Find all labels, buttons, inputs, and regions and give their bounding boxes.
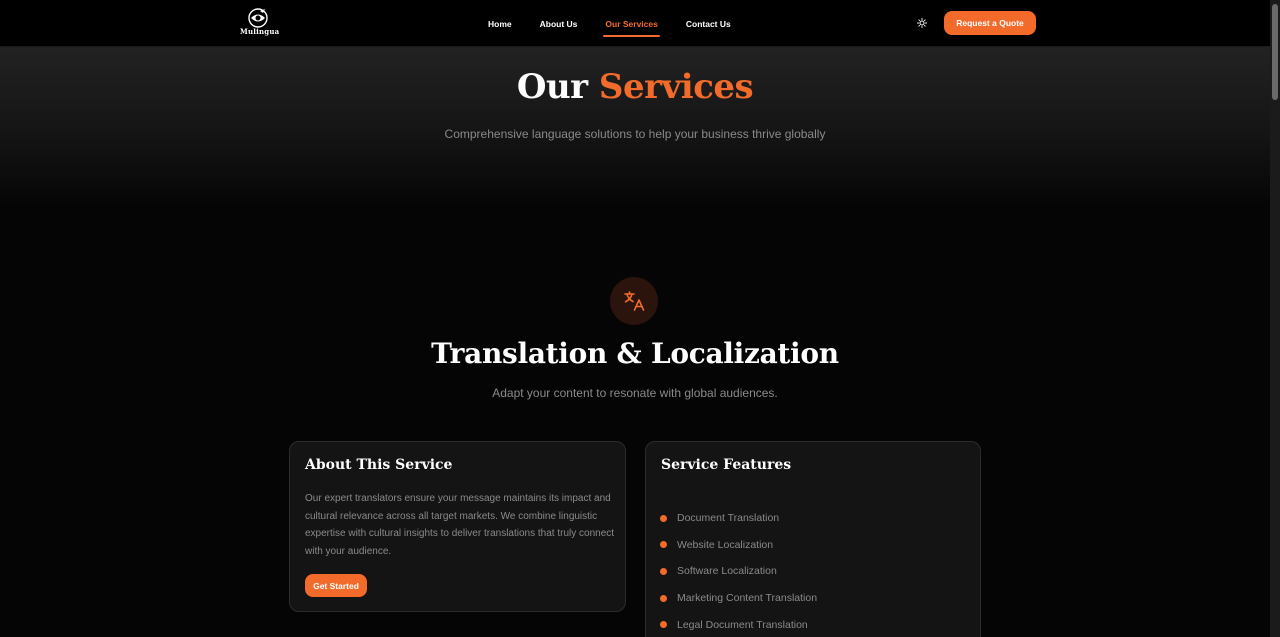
request-quote-button[interactable]: Request a Quote [944, 11, 1036, 35]
hero-section: Our Services Comprehensive language solu… [0, 47, 1270, 207]
translate-icon [624, 291, 645, 311]
feature-list: Document Translation Website Localizatio… [660, 505, 817, 637]
nav-link-our-services[interactable]: Our Services [603, 13, 661, 37]
feature-label: Legal Document Translation [677, 618, 808, 631]
feature-label: Marketing Content Translation [677, 592, 818, 605]
sun-icon [917, 18, 927, 28]
navbar: Mulingua Home About Us Our Services Cont… [0, 0, 1270, 47]
feature-item: Legal Document Translation [660, 611, 817, 637]
nav-link-about-us[interactable]: About Us [538, 13, 580, 35]
get-started-button[interactable]: Get Started [305, 574, 367, 597]
feature-label: Document Translation [677, 512, 780, 525]
logo-icon [248, 8, 268, 28]
nav-links: Home About Us Our Services Contact Us [480, 0, 757, 47]
about-service-card: About This Service Our expert translator… [289, 441, 626, 612]
nav-link-home[interactable]: Home [486, 13, 514, 35]
feature-item: Marketing Content Translation [660, 585, 817, 612]
bullet-dot-icon [660, 594, 667, 602]
page-scrollbar[interactable] [1270, 0, 1280, 637]
logo[interactable]: Mulingua [240, 7, 280, 39]
page-title-accent: Services [598, 67, 754, 107]
about-card-title: About This Service [305, 457, 453, 473]
service-subtitle: Adapt your content to resonate with glob… [492, 386, 778, 400]
feature-item: Software Localization [660, 558, 817, 585]
page-subtitle: Comprehensive language solutions to help… [444, 127, 826, 141]
page-title: Our Services [0, 67, 1270, 107]
feature-label: Software Localization [677, 565, 777, 578]
scrollbar-thumb[interactable] [1272, 4, 1278, 100]
feature-item: Document Translation [660, 505, 817, 532]
bullet-dot-icon [660, 621, 667, 629]
service-icon-badge [610, 277, 658, 325]
about-card-body: Our expert translators ensure your messa… [305, 493, 615, 557]
bullet-dot-icon [660, 541, 667, 549]
feature-label: Website Localization [677, 538, 774, 551]
feature-item: Website Localization [660, 532, 817, 559]
logo-text: Mulingua [240, 27, 280, 36]
theme-toggle-button[interactable] [913, 14, 931, 32]
service-features-card: Service Features Document Translation We… [645, 441, 981, 637]
page-title-main: Our [516, 67, 588, 107]
bullet-dot-icon [660, 514, 667, 522]
service-title: Translation & Localization [431, 337, 839, 370]
bullet-dot-icon [660, 567, 667, 575]
nav-link-contact-us[interactable]: Contact Us [684, 13, 733, 35]
features-card-title: Service Features [661, 457, 792, 473]
